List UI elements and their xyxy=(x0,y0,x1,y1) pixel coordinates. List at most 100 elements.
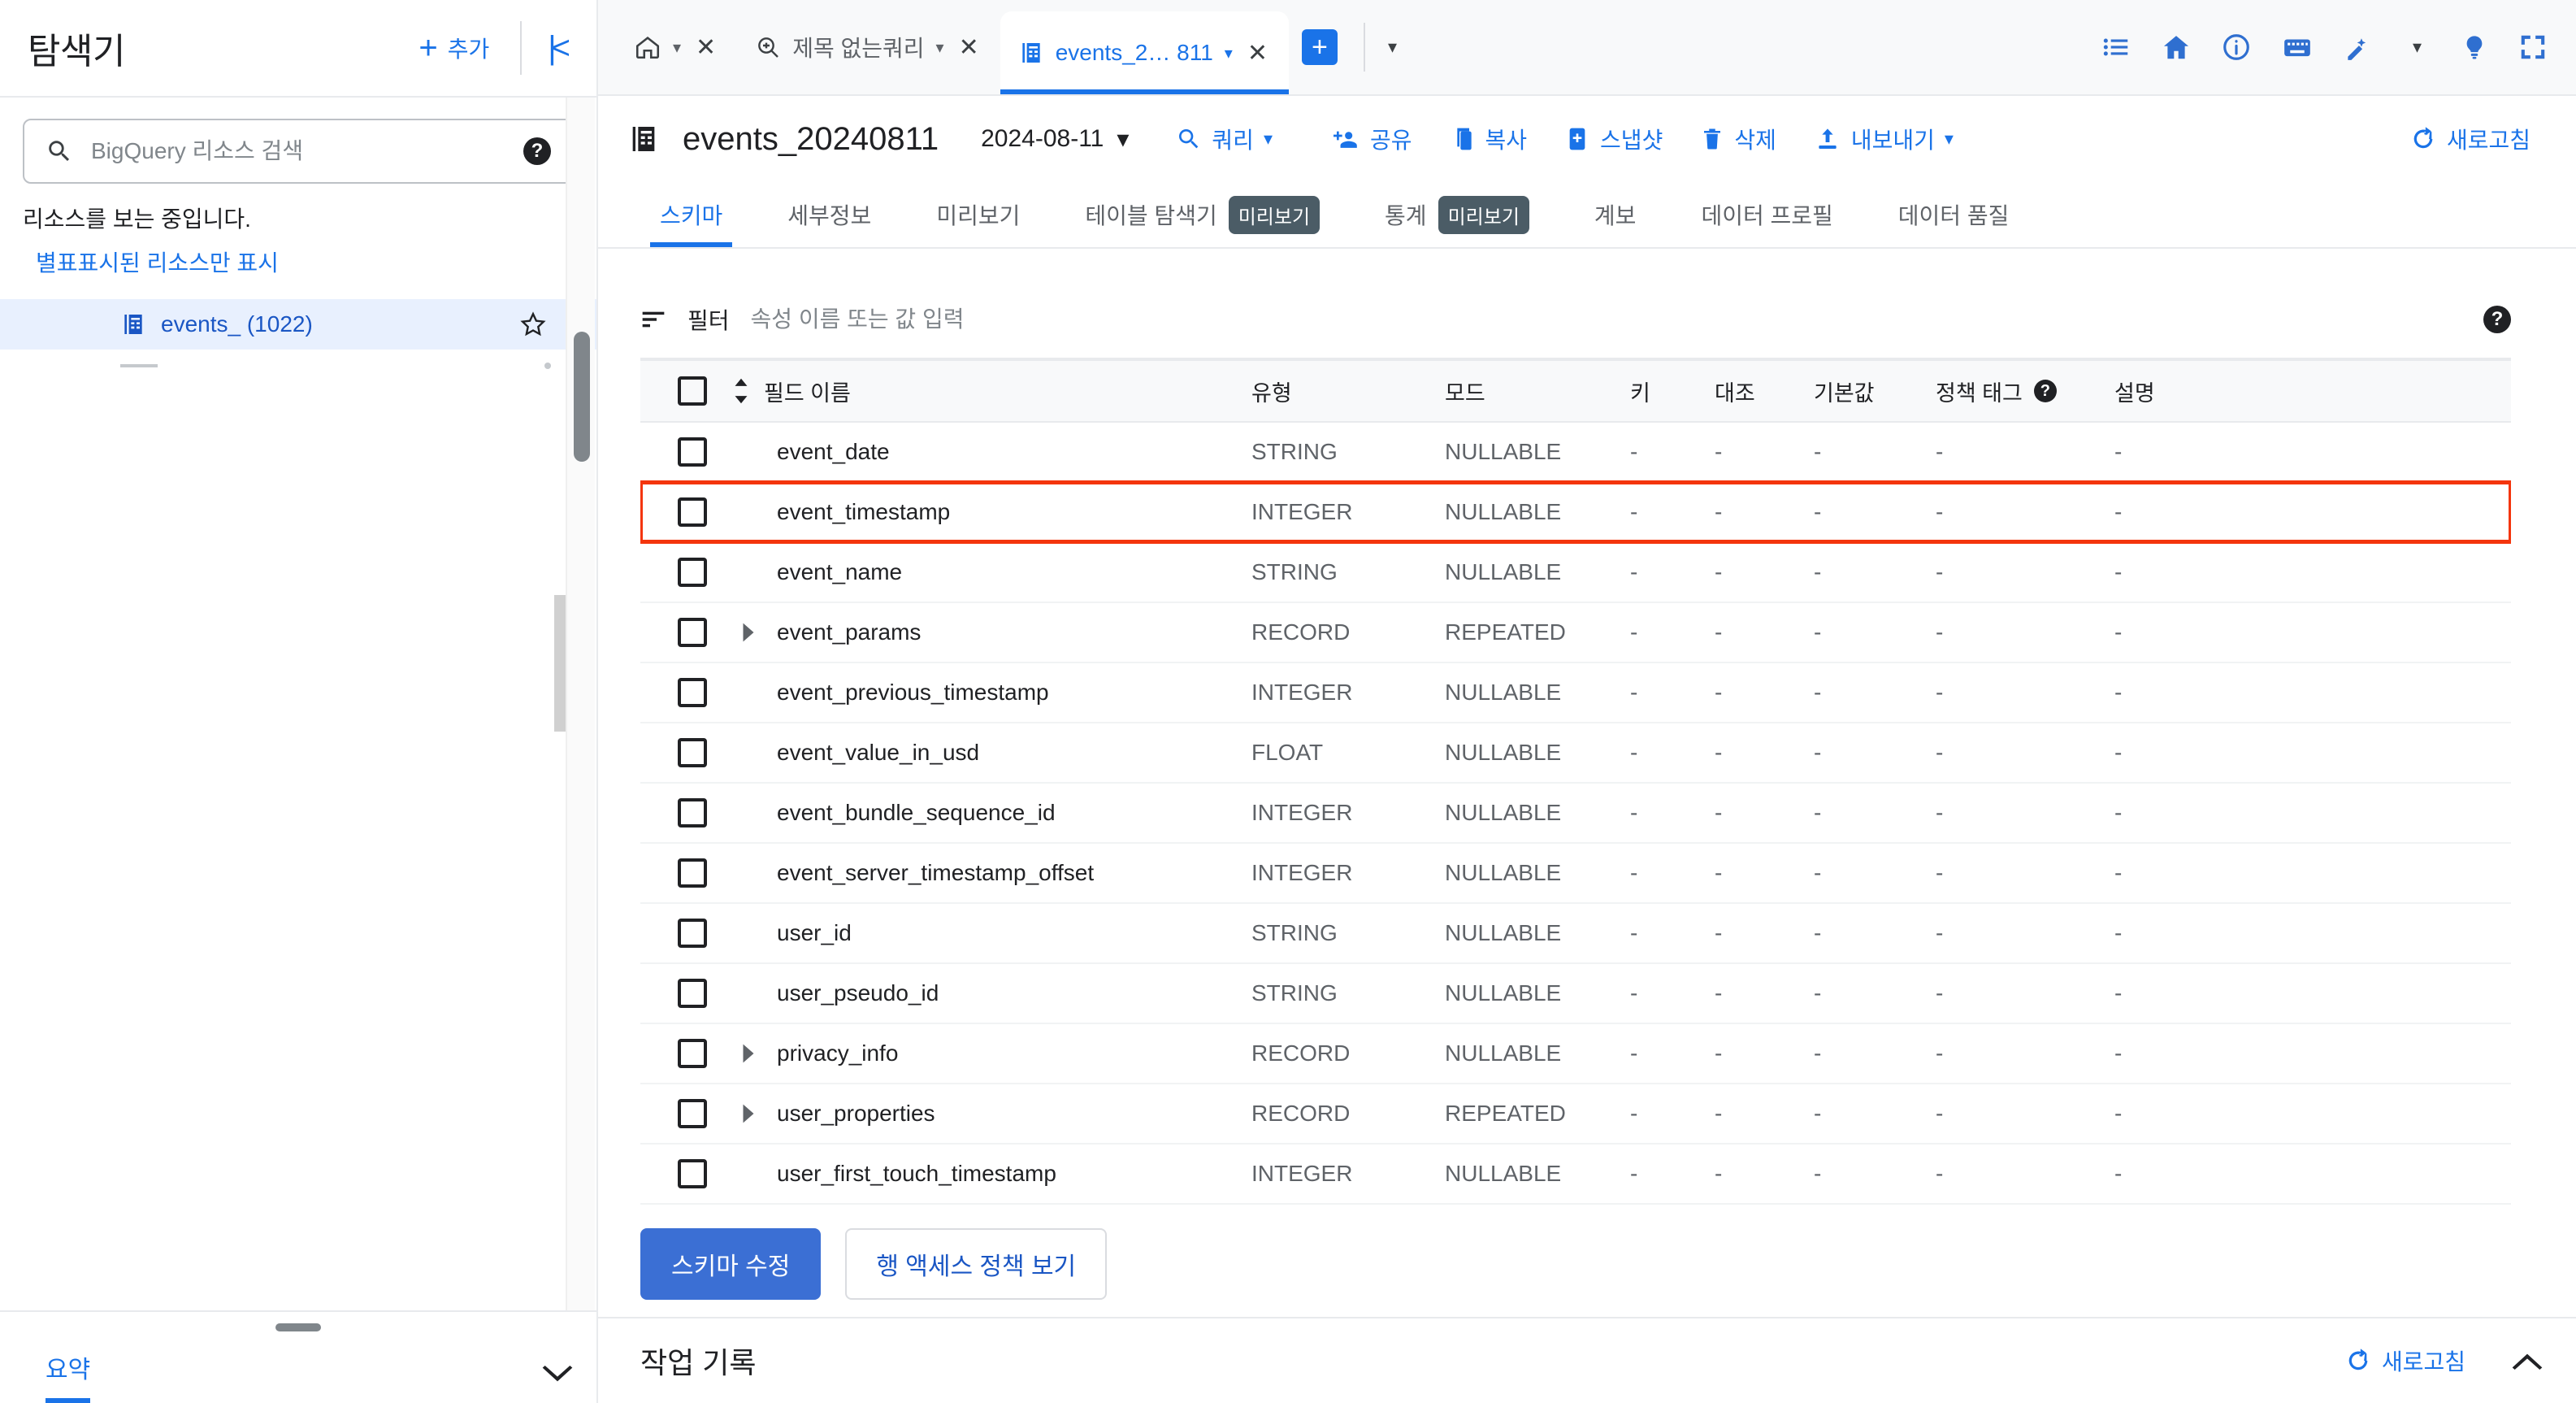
edit-schema-button[interactable]: 스키마 수정 xyxy=(640,1228,822,1300)
table-row[interactable]: event_previous_timestamp INTEGER NULLABLE -… xyxy=(640,662,2511,723)
sidebar-scrollbar[interactable] xyxy=(566,98,595,1310)
row-checkbox[interactable] xyxy=(678,858,707,888)
table-row[interactable]: event_bundle_sequence_id INTEGER NULLABLE -… xyxy=(640,783,2511,844)
add-button[interactable]: + 추가 xyxy=(407,24,501,72)
tab-lineage[interactable]: 계보 xyxy=(1562,182,1669,247)
fullscreen-icon[interactable] xyxy=(2517,32,2548,63)
column-mode[interactable]: 모드 xyxy=(1445,359,1630,423)
share-button[interactable]: 공유 xyxy=(1320,115,1425,163)
chevron-down-icon[interactable]: ▾ xyxy=(1225,43,1233,63)
magic-pen-icon[interactable] xyxy=(2343,32,2374,63)
tab-data-quality[interactable]: 데이터 품질 xyxy=(1866,182,2042,247)
snapshot-button[interactable]: 스냅샷 xyxy=(1551,115,1676,163)
row-checkbox[interactable] xyxy=(678,497,707,527)
tab-list-chevron-down-icon[interactable]: ▾ xyxy=(1378,0,1407,94)
table-row[interactable]: user_properties RECORD REPEATED - - - - - xyxy=(640,1084,2511,1145)
expand-arrow-icon[interactable] xyxy=(735,1043,762,1064)
home-icon[interactable] xyxy=(2161,32,2192,63)
column-type[interactable]: 유형 xyxy=(1251,359,1445,423)
field-key-cell: - xyxy=(1630,1084,1715,1145)
table-row[interactable]: user_first_touch_timestamp INTEGER NULLABL… xyxy=(640,1144,2511,1205)
job-refresh-button[interactable]: 새로고침 xyxy=(2331,1336,2478,1385)
column-default[interactable]: 기본값 xyxy=(1814,359,1936,423)
tab-details[interactable]: 세부정보 xyxy=(755,182,904,247)
date-selector[interactable]: 2024-08-11 ▾ xyxy=(981,125,1129,154)
field-name-cell: event_date xyxy=(731,422,1251,483)
search-box[interactable]: ? xyxy=(23,119,574,184)
tab-data-profile[interactable]: 데이터 프로필 xyxy=(1668,182,1865,247)
tab-untitled-query[interactable]: 제목 없는쿼리 ▾ ✕ xyxy=(737,0,1000,94)
job-history-bar: 작업 기록 새로고침 xyxy=(598,1317,2576,1403)
close-icon[interactable]: ✕ xyxy=(956,33,982,62)
copy-button[interactable]: 복사 xyxy=(1437,115,1541,163)
table-row[interactable]: event_value_in_usd FLOAT NULLABLE - - - - - xyxy=(640,723,2511,784)
delete-button[interactable]: 삭제 xyxy=(1687,115,1789,163)
tab-summary[interactable]: 요약 xyxy=(46,1349,91,1403)
query-button[interactable]: 쿼리 ▾ xyxy=(1163,115,1286,163)
tab-events-table[interactable]: events_2… 811 ▾ ✕ xyxy=(1000,11,1290,94)
row-checkbox[interactable] xyxy=(678,1039,707,1068)
row-checkbox[interactable] xyxy=(678,798,707,827)
row-checkbox[interactable] xyxy=(678,678,707,707)
table-row[interactable]: user_pseudo_id STRING NULLABLE - - - - - xyxy=(640,963,2511,1024)
refresh-button[interactable]: 새로고침 xyxy=(2396,115,2543,163)
table-row[interactable]: event_date STRING NULLABLE - - - - - xyxy=(640,422,2511,483)
column-collation[interactable]: 대조 xyxy=(1715,359,1814,423)
chevron-up-icon[interactable] xyxy=(2511,1350,2543,1371)
info-icon[interactable] xyxy=(2221,32,2252,63)
list-icon[interactable] xyxy=(2101,32,2131,63)
collapse-panel-icon[interactable]: |< xyxy=(540,30,574,67)
row-checkbox[interactable] xyxy=(678,1159,707,1188)
table-row[interactable]: event_timestamp INTEGER NULLABLE - - - - - xyxy=(640,480,2511,544)
select-all-checkbox[interactable] xyxy=(678,376,707,406)
view-row-access-policies-button[interactable]: 행 액세스 정책 보기 xyxy=(845,1228,1108,1300)
row-checkbox[interactable] xyxy=(678,979,707,1008)
chevron-down-icon[interactable] xyxy=(541,1364,574,1385)
lightbulb-icon[interactable] xyxy=(2461,32,2488,63)
close-icon[interactable]: ✕ xyxy=(692,33,719,62)
new-tab-button[interactable]: + xyxy=(1301,29,1338,65)
table-icon xyxy=(120,311,146,337)
column-key[interactable]: 키 xyxy=(1630,359,1715,423)
keyboard-icon[interactable] xyxy=(2281,32,2314,63)
sort-icon[interactable] xyxy=(731,377,751,405)
table-row[interactable]: user_id STRING NULLABLE - - - - - xyxy=(640,903,2511,964)
star-icon[interactable] xyxy=(518,310,548,339)
tab-schema[interactable]: 스키마 xyxy=(627,182,755,247)
column-description[interactable]: 설명 xyxy=(2114,359,2511,423)
export-button[interactable]: 내보내기 ▾ xyxy=(1801,115,1967,163)
search-input[interactable] xyxy=(91,138,505,164)
close-icon[interactable]: ✕ xyxy=(1244,39,1271,67)
show-starred-link[interactable]: 별표표시된 리소스만 표시 xyxy=(0,234,596,278)
tree-item-events[interactable]: events_ (1022) xyxy=(0,299,596,350)
sidebar-scrollbar-thumb[interactable] xyxy=(574,332,590,462)
chevron-down-icon[interactable]: ▾ xyxy=(936,37,944,58)
column-policy-tag[interactable]: 정책 태그 ? xyxy=(1936,359,2114,423)
tree-item-partial[interactable] xyxy=(0,350,596,382)
row-checkbox[interactable] xyxy=(678,558,707,587)
resize-handle[interactable] xyxy=(275,1323,321,1331)
table-row[interactable]: event_name STRING NULLABLE - - - - - xyxy=(640,542,2511,603)
column-field-name[interactable]: 필드 이름 xyxy=(731,359,1251,423)
help-icon[interactable]: ? xyxy=(523,137,551,165)
row-checkbox[interactable] xyxy=(678,1099,707,1128)
help-icon[interactable]: ? xyxy=(2033,380,2057,402)
tab-statistics[interactable]: 통계 미리보기 xyxy=(1352,182,1562,247)
table-row[interactable]: privacy_info RECORD NULLABLE - - - - - xyxy=(640,1023,2511,1084)
tab-table-explorer[interactable]: 테이블 탐색기 미리보기 xyxy=(1052,182,1352,247)
filter-input[interactable] xyxy=(750,306,2462,332)
row-checkbox[interactable] xyxy=(678,437,707,467)
help-icon[interactable]: ? xyxy=(2483,306,2511,333)
tab-preview[interactable]: 미리보기 xyxy=(904,182,1052,247)
row-checkbox[interactable] xyxy=(678,738,707,767)
preview-badge: 미리보기 xyxy=(1438,195,1529,234)
row-checkbox[interactable] xyxy=(678,618,707,647)
chevron-down-icon[interactable]: ▾ xyxy=(673,37,681,58)
table-row[interactable]: event_params RECORD REPEATED - - - - - xyxy=(640,602,2511,663)
expand-arrow-icon[interactable] xyxy=(735,1103,762,1124)
table-row[interactable]: event_server_timestamp_offset INTEGER NULL… xyxy=(640,843,2511,904)
tab-home[interactable]: ▾ ✕ xyxy=(616,0,737,94)
row-checkbox[interactable] xyxy=(678,919,707,948)
expand-arrow-icon[interactable] xyxy=(735,622,762,643)
magic-pen-chevron-down-icon[interactable]: ▾ xyxy=(2403,37,2431,58)
